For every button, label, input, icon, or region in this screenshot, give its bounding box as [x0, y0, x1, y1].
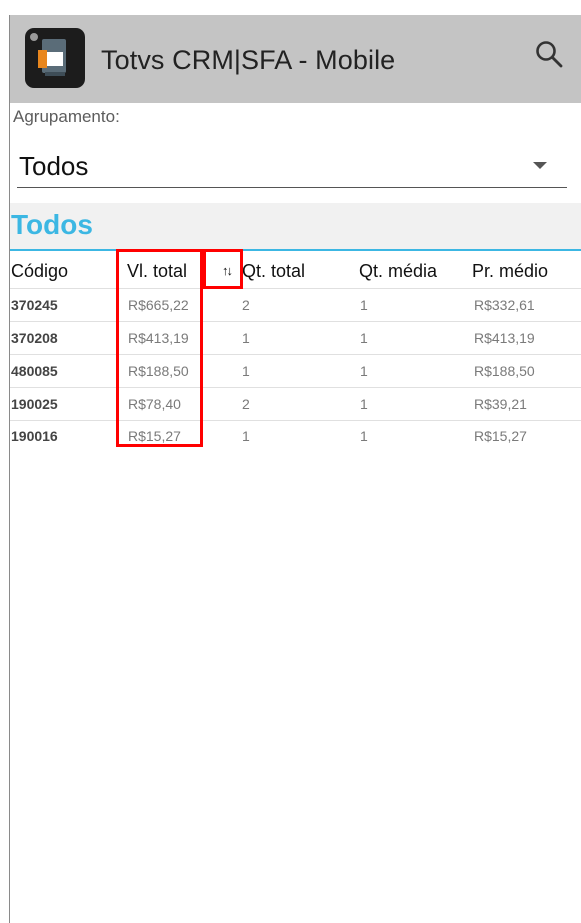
- cell-qt-total: 1: [242, 363, 250, 379]
- cell-code: 480085: [11, 363, 58, 379]
- cell-qt-total: 1: [242, 330, 250, 346]
- cell-code: 370208: [11, 330, 58, 346]
- column-header-qt-media[interactable]: Qt. média: [359, 261, 437, 282]
- table-row[interactable]: 190025 R$78,40 2 1 R$39,21: [10, 388, 581, 421]
- cell-qt-total: 1: [242, 428, 250, 444]
- search-icon[interactable]: [534, 39, 564, 69]
- cell-pr-medio: R$188,50: [474, 363, 535, 379]
- app-logo-icon: [25, 28, 85, 88]
- grouping-selected-value: Todos: [19, 151, 89, 181]
- cell-qt-media: 1: [360, 363, 368, 379]
- table-row[interactable]: 370245 R$665,22 2 1 R$332,61: [10, 289, 581, 322]
- app-title: Totvs CRM|SFA - Mobile: [101, 45, 396, 75]
- app-bar: Totvs CRM|SFA - Mobile: [10, 15, 581, 103]
- cell-code: 190016: [11, 428, 58, 444]
- section-divider: [10, 249, 581, 251]
- chevron-down-icon: [533, 162, 547, 169]
- table-row[interactable]: 480085 R$188,50 1 1 R$188,50: [10, 355, 581, 388]
- table-row[interactable]: 370208 R$413,19 1 1 R$413,19: [10, 322, 581, 355]
- cell-pr-medio: R$332,61: [474, 297, 535, 313]
- grouping-select[interactable]: Todos: [17, 145, 567, 188]
- cell-pr-medio: R$15,27: [474, 428, 527, 444]
- column-header-pr-medio[interactable]: Pr. médio: [472, 261, 548, 282]
- cell-code: 190025: [11, 396, 58, 412]
- highlight-box-vl-total-column: [116, 249, 203, 447]
- grouping-label: Agrupamento:: [13, 107, 120, 126]
- cell-code: 370245: [11, 297, 58, 313]
- table-row[interactable]: 190016 R$15,27 1 1 R$15,27: [10, 420, 581, 452]
- section-header: [10, 203, 581, 249]
- highlight-box-sort-icon: [203, 249, 243, 289]
- cell-qt-media: 1: [360, 297, 368, 313]
- column-header-qt-total[interactable]: Qt. total: [242, 261, 305, 282]
- cell-qt-total: 2: [242, 396, 250, 412]
- section-title: Todos: [11, 209, 93, 240]
- cell-qt-total: 2: [242, 297, 250, 313]
- cell-qt-media: 1: [360, 428, 368, 444]
- cell-pr-medio: R$39,21: [474, 396, 527, 412]
- cell-qt-media: 1: [360, 396, 368, 412]
- cell-pr-medio: R$413,19: [474, 330, 535, 346]
- cell-qt-media: 1: [360, 330, 368, 346]
- app-screen: Totvs CRM|SFA - Mobile Agrupamento: Todo…: [10, 15, 581, 923]
- column-header-code[interactable]: Código: [11, 261, 68, 282]
